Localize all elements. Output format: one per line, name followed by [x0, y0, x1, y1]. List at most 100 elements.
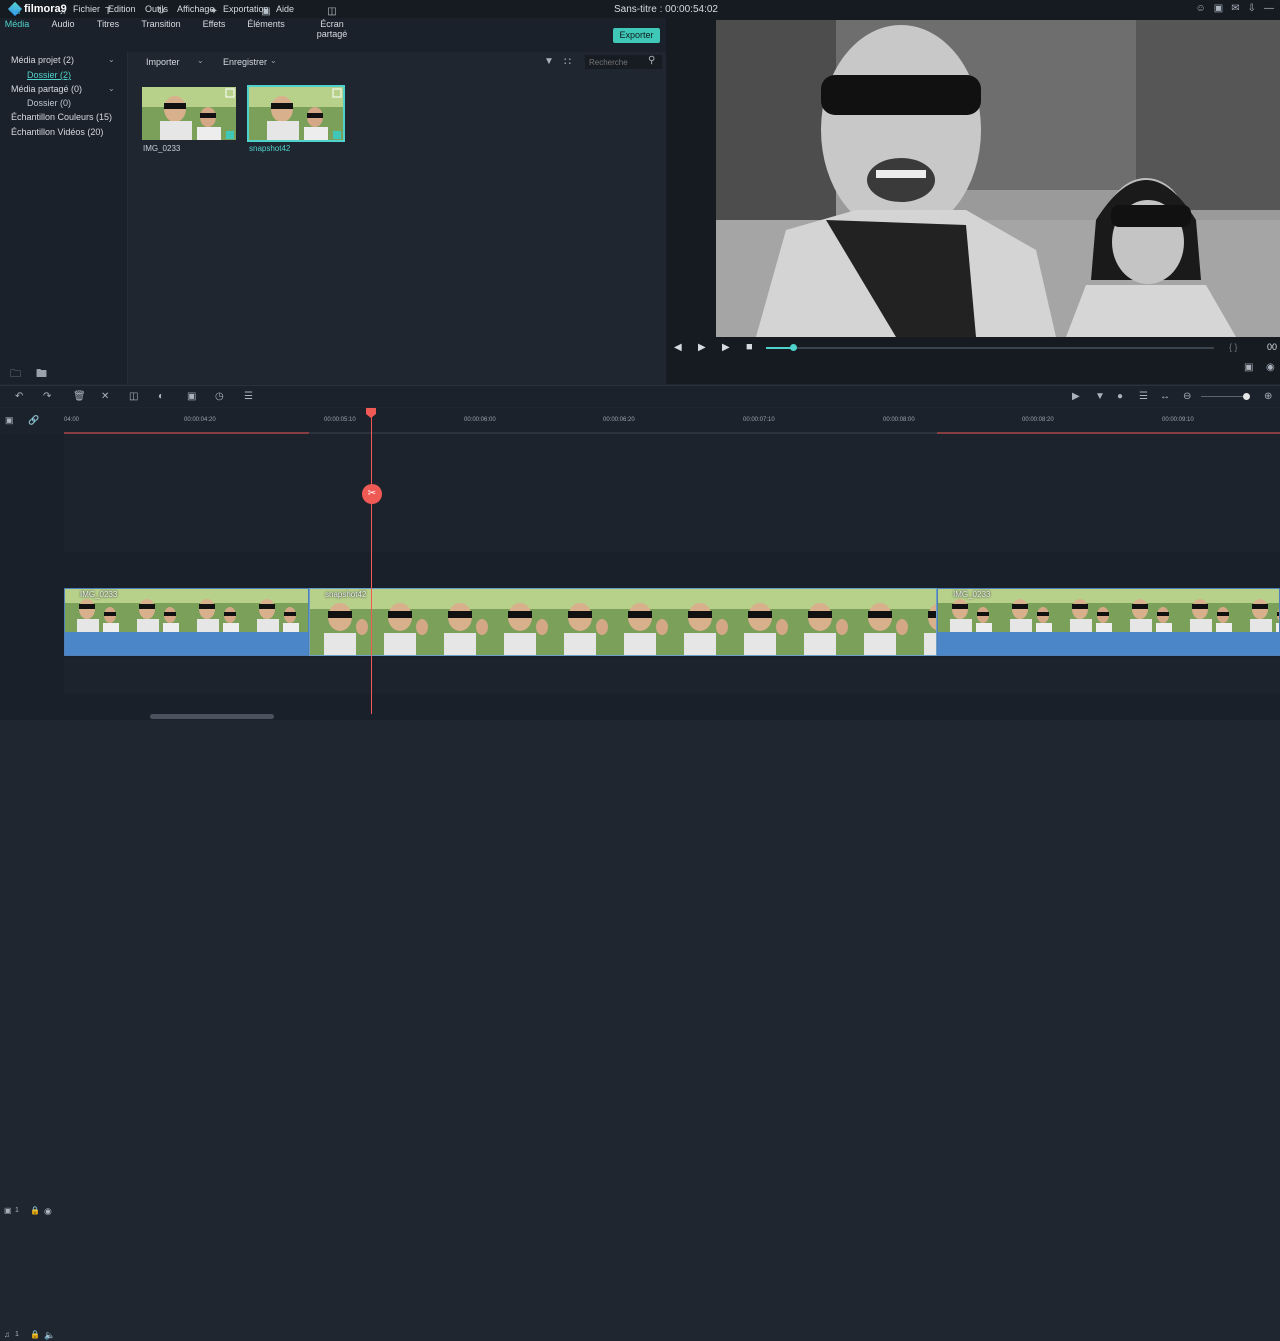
ruler-ticks — [64, 432, 1280, 434]
speaker-icon[interactable]: 🔈 — [44, 1330, 55, 1341]
chevron-down-icon[interactable]: ⌄ — [108, 55, 115, 64]
clip-filmstrip — [310, 589, 936, 655]
thumbnail-image — [142, 87, 236, 140]
effects-icon: ✦ — [209, 6, 219, 17]
tree-color-samples[interactable]: Échantillon Couleurs (15) — [11, 112, 112, 122]
empty-track-lane[interactable] — [64, 434, 1280, 552]
tab-audio[interactable]: ♫ Audio — [48, 6, 78, 29]
save-dropdown-button[interactable]: Enregistrer — [223, 57, 267, 67]
tab-elements[interactable]: ▣ Éléments — [246, 6, 286, 29]
tab-media[interactable]: □ Média — [4, 6, 30, 29]
audio-waveform — [65, 632, 308, 655]
cut-icon[interactable]: ✕ — [101, 391, 109, 402]
marker-icon[interactable]: ▼ — [1095, 391, 1105, 402]
audio-track-lane[interactable] — [64, 658, 1280, 694]
play-icon[interactable]: ▶ — [722, 342, 730, 353]
adjust-icon[interactable]: ☰ — [244, 391, 253, 402]
mark-in-out-icon[interactable]: { } — [1229, 342, 1238, 352]
audio-mixer-icon[interactable]: ☰ — [1139, 391, 1148, 402]
video-track-header: ▣ 1 🔒 ◉ — [0, 588, 63, 1216]
add-track-icon[interactable]: ▣ — [5, 415, 14, 426]
ruler-tick-label: 00:00:08:20 — [1022, 417, 1054, 423]
save-icon[interactable]: ▣ — [1214, 3, 1223, 14]
split-screen-icon: ◫ — [327, 6, 337, 17]
timeline-scrollbar[interactable] — [150, 714, 274, 719]
play-pause-icon[interactable]: ▶ — [698, 342, 706, 353]
preview-progress-fill — [766, 347, 793, 349]
music-note-icon: ♫ — [59, 6, 67, 17]
link-icon[interactable]: 🔗 — [28, 415, 39, 426]
stop-icon[interactable]: ■ — [746, 341, 753, 353]
ruler-tick-label: 00:00:09:10 — [1162, 417, 1194, 423]
tab-titles[interactable]: T Titres — [94, 6, 122, 29]
display-settings-icon[interactable]: ▣ — [1244, 362, 1253, 373]
import-button[interactable]: Importer — [146, 57, 180, 67]
redo-icon[interactable]: ↷ — [43, 391, 51, 402]
folder-link-icon[interactable]: 🖿 — [36, 365, 47, 384]
previous-frame-icon[interactable]: ◀ — [674, 342, 682, 353]
zoom-slider[interactable] — [1201, 396, 1249, 397]
timeline-clip[interactable] — [309, 588, 937, 656]
snapshot-icon[interactable]: ◉ — [1266, 362, 1275, 373]
chevron-down-icon[interactable]: ⌄ — [197, 56, 204, 65]
ruler-tick-label: 00:00:08:00 — [883, 417, 915, 423]
media-thumbnail-selected[interactable] — [247, 85, 345, 142]
tree-video-samples[interactable]: Échantillon Vidéos (20) — [11, 127, 103, 137]
new-folder-icon[interactable]: 🗀 — [10, 365, 21, 384]
tree-project-media[interactable]: Média projet (2) — [11, 55, 74, 65]
zoom-out-icon[interactable]: ⊖ — [1183, 391, 1191, 402]
green-screen-icon[interactable]: ▣ — [187, 391, 196, 402]
tree-shared-media[interactable]: Média partagé (0) — [11, 84, 82, 94]
undo-icon[interactable]: ↶ — [15, 391, 23, 402]
download-icon[interactable]: ⇩ — [1248, 3, 1256, 14]
microphone-icon[interactable]: ● — [1117, 391, 1123, 402]
tree-project-folder[interactable]: Dossier (2) — [27, 70, 71, 80]
chevron-down-icon[interactable]: ⌄ — [108, 84, 115, 93]
ruler-tick-label: 00:00:06:20 — [603, 417, 635, 423]
audio-track-number: 1 — [15, 1331, 19, 1338]
media-thumbnail[interactable] — [142, 87, 236, 140]
playhead[interactable] — [371, 408, 372, 714]
text-icon: T — [104, 6, 112, 17]
mail-icon[interactable]: ✉ — [1231, 3, 1239, 14]
grid-view-icon[interactable]: ∷ — [564, 55, 571, 68]
tab-transition[interactable]: ↻ Transition — [140, 6, 182, 29]
delete-icon[interactable]: 🗑 — [73, 391, 86, 402]
search-icon[interactable]: ⚲ — [648, 55, 655, 66]
preview-progress-handle[interactable] — [789, 344, 797, 351]
lock-icon[interactable]: 🔒 — [30, 1206, 40, 1215]
ruler-tick-label: 00:00:04:20 — [184, 417, 216, 423]
window-controls: ☺ ▣ ✉ ⇩ — — [1196, 3, 1274, 14]
minimize-icon[interactable]: — — [1264, 3, 1274, 14]
folder-icon: □ — [13, 6, 21, 17]
zoom-in-icon[interactable]: ⊕ — [1264, 391, 1272, 402]
audio-track-header: ♫ 1 🔒 🔈 — [0, 660, 63, 1340]
eye-icon[interactable]: ◉ — [44, 1206, 52, 1217]
clip-label: IMG_0233 — [953, 590, 991, 599]
account-icon[interactable]: ☺ — [1196, 3, 1206, 14]
ruler-tick-label: 04:00 — [64, 417, 80, 423]
filter-icon[interactable]: ▼ — [544, 56, 554, 67]
video-track-number: 1 — [15, 1207, 19, 1214]
crop-icon[interactable]: ◫ — [129, 391, 138, 402]
tab-split-screen[interactable]: ◫ Écran partagé — [304, 6, 360, 39]
speed-icon[interactable]: ◷ — [215, 391, 224, 402]
color-icon[interactable]: ◐ — [158, 391, 164, 402]
export-button[interactable]: Exporter — [613, 28, 660, 43]
preview-image — [716, 20, 1280, 337]
thumbnail-image — [249, 87, 343, 140]
music-note-icon: ♫ — [4, 1330, 10, 1339]
tab-effects[interactable]: ✦ Effets — [200, 6, 228, 29]
split-scissors-icon[interactable]: ✂ — [362, 484, 382, 504]
zoom-slider-handle[interactable] — [1243, 393, 1250, 400]
clip-label: snapshot42 — [325, 590, 367, 599]
image-icon: ▣ — [261, 6, 271, 17]
tree-shared-folder[interactable]: Dossier (0) — [27, 98, 71, 108]
ruler-tick-label: 00:00:07:10 — [743, 417, 775, 423]
preview-progress-track[interactable] — [766, 347, 1214, 349]
snap-icon[interactable]: ↔ — [1160, 391, 1170, 402]
lock-icon[interactable]: 🔒 — [30, 1330, 40, 1339]
render-icon[interactable]: ▶ — [1072, 391, 1080, 402]
chevron-down-icon[interactable]: ⌄ — [270, 56, 277, 65]
menubar: filmora9 Fichier Edition Outils Affichag… — [0, 0, 1280, 18]
